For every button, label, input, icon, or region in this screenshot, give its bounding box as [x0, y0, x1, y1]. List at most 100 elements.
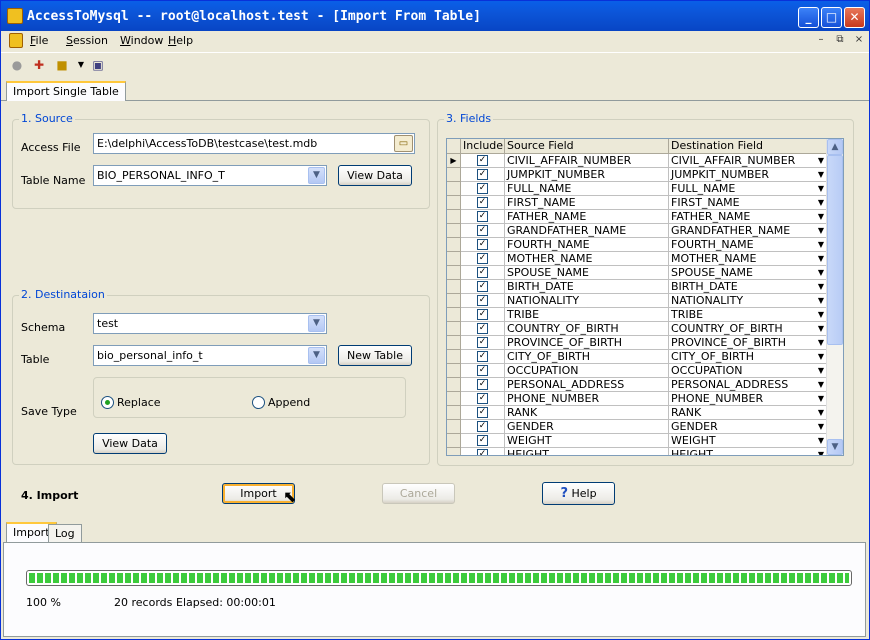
table-row[interactable]: ✓ FATHER_NAME FATHER_NAME ▼ [447, 210, 827, 224]
row-indicator[interactable] [447, 420, 461, 434]
table-row[interactable]: ✓ PERSONAL_ADDRESS PERSONAL_ADDRESS ▼ [447, 378, 827, 392]
browse-folder-icon[interactable]: ▭ [394, 135, 413, 152]
table-name-select[interactable]: BIO_PERSONAL_INFO_T ▼ [93, 165, 327, 186]
include-checkbox[interactable]: ✓ [477, 295, 488, 306]
dropdown-arrow-icon[interactable]: ▼ [818, 210, 824, 223]
maximize-button[interactable]: □ [821, 7, 842, 28]
row-indicator[interactable] [447, 280, 461, 294]
cancel-button[interactable]: Cancel [382, 483, 455, 504]
row-indicator[interactable] [447, 252, 461, 266]
destination-field-cell[interactable]: TRIBE ▼ [669, 308, 827, 322]
include-checkbox[interactable]: ✓ [477, 155, 488, 166]
table-row[interactable]: ✓ GENDER GENDER ▼ [447, 420, 827, 434]
current-row-indicator-icon[interactable]: ▶ [447, 154, 461, 168]
destination-field-cell[interactable]: CITY_OF_BIRTH ▼ [669, 350, 827, 364]
menu-help[interactable]: Help [168, 34, 193, 47]
row-indicator[interactable] [447, 350, 461, 364]
destination-field-cell[interactable]: GENDER ▼ [669, 420, 827, 434]
destination-field-cell[interactable]: GRANDFATHER_NAME ▼ [669, 224, 827, 238]
row-indicator[interactable] [447, 210, 461, 224]
include-checkbox[interactable]: ✓ [477, 337, 488, 348]
source-field-cell[interactable]: GRANDFATHER_NAME [505, 224, 669, 238]
destination-view-data-button[interactable]: View Data [93, 433, 167, 454]
source-field-cell[interactable]: FATHER_NAME [505, 210, 669, 224]
save-icon[interactable]: ▣ [90, 57, 106, 73]
source-field-cell[interactable]: COUNTRY_OF_BIRTH [505, 322, 669, 336]
chevron-down-icon[interactable]: ▼ [308, 347, 325, 364]
include-checkbox[interactable]: ✓ [477, 435, 488, 446]
table-row[interactable]: ✓ MOTHER_NAME MOTHER_NAME ▼ [447, 252, 827, 266]
append-label[interactable]: Append [268, 396, 310, 409]
row-indicator[interactable] [447, 238, 461, 252]
destination-field-cell[interactable]: RANK ▼ [669, 406, 827, 420]
row-indicator[interactable] [447, 406, 461, 420]
dropdown-arrow-icon[interactable]: ▼ [818, 378, 824, 391]
scroll-down-icon[interactable]: ▼ [827, 439, 843, 455]
replace-radio[interactable] [101, 396, 114, 409]
destination-field-cell[interactable]: FATHER_NAME ▼ [669, 210, 827, 224]
menu-file[interactable]: File [30, 34, 48, 47]
schema-select[interactable]: test ▼ [93, 313, 327, 334]
table-row[interactable]: ✓ COUNTRY_OF_BIRTH COUNTRY_OF_BIRTH ▼ [447, 322, 827, 336]
table-row[interactable]: ✓ TRIBE TRIBE ▼ [447, 308, 827, 322]
destination-field-cell[interactable]: SPOUSE_NAME ▼ [669, 266, 827, 280]
source-field-cell[interactable]: MOTHER_NAME [505, 252, 669, 266]
table-row[interactable]: ▶ ✓ CIVIL_AFFAIR_NUMBER CIVIL_AFFAIR_NUMBER… [447, 154, 827, 168]
table-row[interactable]: ✓ FOURTH_NAME FOURTH_NAME ▼ [447, 238, 827, 252]
source-field-cell[interactable]: RANK [505, 406, 669, 420]
dropdown-arrow-icon[interactable]: ▼ [818, 280, 824, 293]
table-row[interactable]: ✓ JUMPKIT_NUMBER JUMPKIT_NUMBER ▼ [447, 168, 827, 182]
row-indicator[interactable] [447, 336, 461, 350]
row-indicator[interactable] [447, 224, 461, 238]
title-bar[interactable]: AccessToMysql -- root@localhost.test - [… [1, 1, 869, 31]
destination-field-cell[interactable]: PERSONAL_ADDRESS ▼ [669, 378, 827, 392]
source-field-cell[interactable]: CITY_OF_BIRTH [505, 350, 669, 364]
source-field-cell[interactable]: CIVIL_AFFAIR_NUMBER [505, 154, 669, 168]
table-row[interactable]: ✓ HEIGHT HEIGHT ▼ [447, 448, 827, 455]
document-icon[interactable] [9, 33, 23, 48]
append-radio[interactable] [252, 396, 265, 409]
source-field-cell[interactable]: PERSONAL_ADDRESS [505, 378, 669, 392]
dropdown-arrow-icon[interactable]: ▼ [818, 336, 824, 349]
destination-field-cell[interactable]: PHONE_NUMBER ▼ [669, 392, 827, 406]
destination-field-cell[interactable]: HEIGHT ▼ [669, 448, 827, 455]
include-checkbox[interactable]: ✓ [477, 365, 488, 376]
source-field-cell[interactable]: FIRST_NAME [505, 196, 669, 210]
dropdown-arrow-icon[interactable]: ▼ [818, 252, 824, 265]
row-indicator[interactable] [447, 378, 461, 392]
source-field-column-header[interactable]: Source Field [505, 139, 669, 154]
include-checkbox[interactable]: ✓ [477, 211, 488, 222]
menu-window[interactable]: Window [120, 34, 163, 47]
tab-log[interactable]: Log [48, 524, 82, 542]
include-checkbox[interactable]: ✓ [477, 267, 488, 278]
dropdown-arrow-icon[interactable]: ▼ [818, 294, 824, 307]
include-checkbox[interactable]: ✓ [477, 281, 488, 292]
source-view-data-button[interactable]: View Data [338, 165, 412, 186]
row-indicator[interactable] [447, 448, 461, 455]
dropdown-arrow-icon[interactable]: ▼ [818, 392, 824, 405]
table-row[interactable]: ✓ FIRST_NAME FIRST_NAME ▼ [447, 196, 827, 210]
disconnect-icon[interactable]: ● [9, 57, 25, 73]
mdi-restore-button[interactable]: ⧉ [833, 34, 847, 47]
dropdown-arrow-icon[interactable]: ▼ [818, 420, 824, 433]
table-row[interactable]: ✓ SPOUSE_NAME SPOUSE_NAME ▼ [447, 266, 827, 280]
dropdown-arrow-icon[interactable]: ▼ [818, 350, 824, 363]
source-field-cell[interactable]: SPOUSE_NAME [505, 266, 669, 280]
include-checkbox[interactable]: ✓ [477, 379, 488, 390]
row-indicator[interactable] [447, 392, 461, 406]
row-indicator[interactable] [447, 364, 461, 378]
scroll-thumb[interactable] [827, 155, 843, 345]
help-button[interactable]: ? Help [542, 482, 615, 505]
dropdown-arrow-icon[interactable]: ▼ [818, 196, 824, 209]
chevron-down-icon[interactable]: ▼ [308, 167, 325, 184]
include-checkbox[interactable]: ✓ [477, 225, 488, 236]
dropdown-arrow-icon[interactable]: ▼ [73, 57, 89, 73]
row-indicator[interactable] [447, 308, 461, 322]
include-column-header[interactable]: Include [461, 139, 505, 154]
destination-field-cell[interactable]: FOURTH_NAME ▼ [669, 238, 827, 252]
destination-table-select[interactable]: bio_personal_info_t ▼ [93, 345, 327, 366]
include-checkbox[interactable]: ✓ [477, 323, 488, 334]
include-checkbox[interactable]: ✓ [477, 351, 488, 362]
scroll-up-icon[interactable]: ▲ [827, 139, 843, 155]
tab-import-single-table[interactable]: Import Single Table [6, 81, 126, 101]
